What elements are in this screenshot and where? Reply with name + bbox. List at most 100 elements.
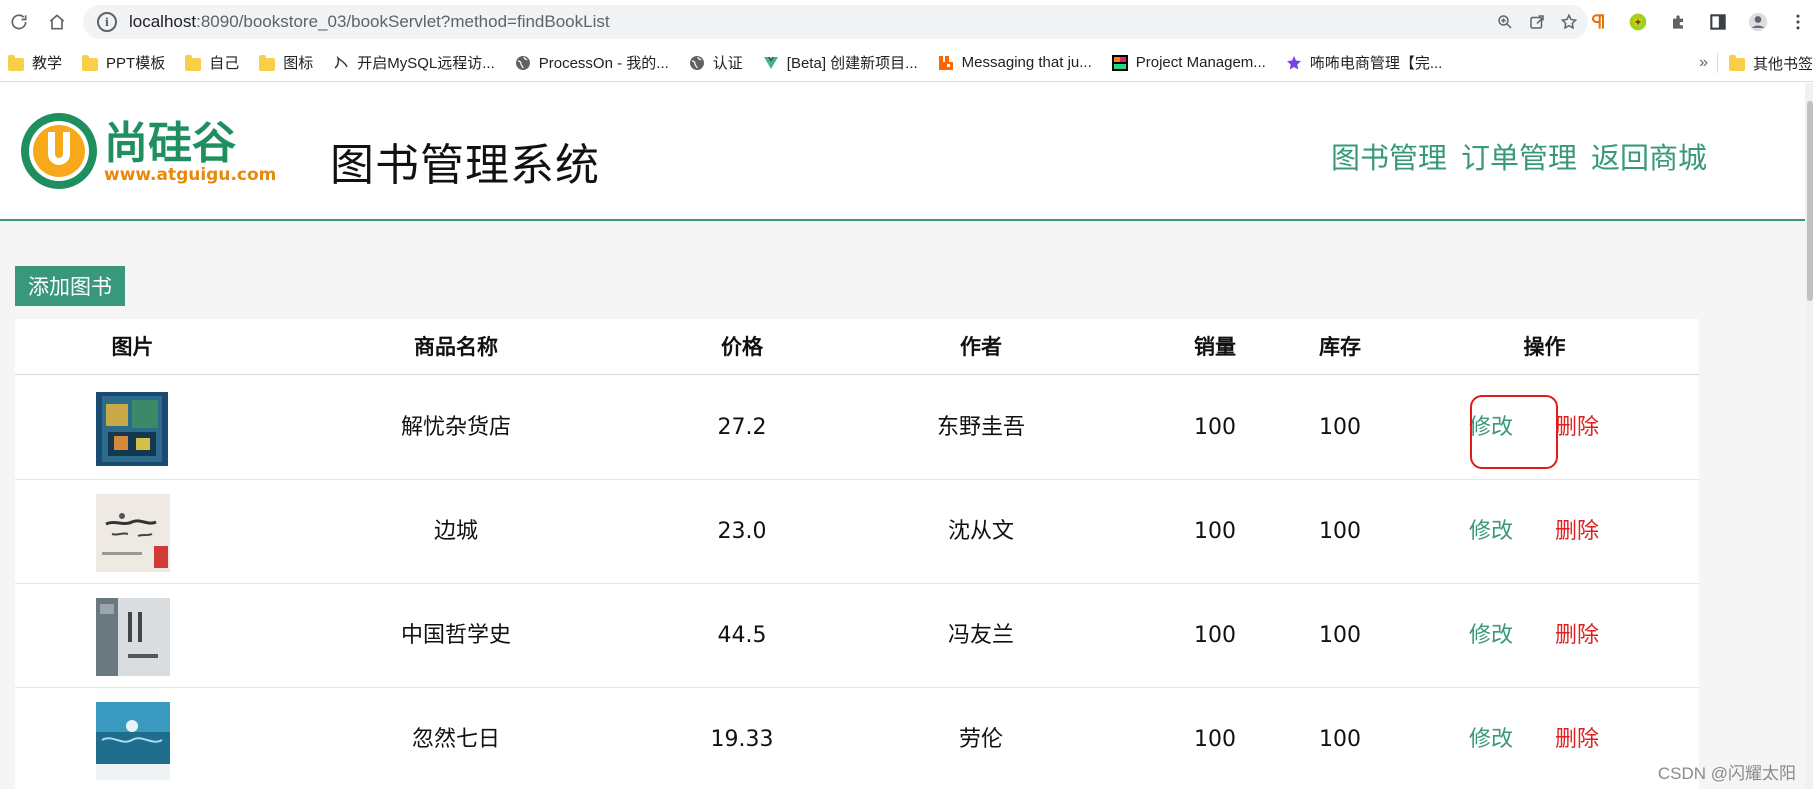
book-sales: 100 xyxy=(1194,519,1236,544)
bookmark-star-icon[interactable] xyxy=(1560,13,1578,31)
bookmark-label: 图标 xyxy=(283,55,314,72)
profile-avatar-icon[interactable] xyxy=(1747,11,1769,33)
column-header-price: 价格 xyxy=(721,335,763,359)
book-cover-image xyxy=(96,598,170,676)
delete-link[interactable]: 删除 xyxy=(1555,688,1599,789)
table-row: 解忧杂货店 27.2 东野圭吾 100 100 修改 删除 xyxy=(15,376,1699,480)
book-stock: 100 xyxy=(1319,623,1361,648)
delete-link[interactable]: 删除 xyxy=(1555,376,1599,479)
bookmark-item[interactable]: 自己 xyxy=(185,52,239,73)
book-name: 忽然七日 xyxy=(411,727,500,752)
zoom-icon[interactable] xyxy=(1496,13,1514,31)
other-bookmarks[interactable]: 其他书签 xyxy=(1728,44,1813,82)
bookmark-item[interactable]: 咘咘电商管理【完... xyxy=(1286,52,1442,73)
home-icon xyxy=(49,14,65,30)
bookmark-label: Project Managem... xyxy=(1135,54,1266,71)
scrollbar-thumb[interactable] xyxy=(1807,101,1813,301)
column-header-actions: 操作 xyxy=(1523,335,1566,359)
main-nav: 图书管理 订单管理 返回商城 xyxy=(1331,135,1707,177)
folder-icon xyxy=(8,54,24,71)
rabbitmq-icon xyxy=(938,55,953,70)
bookmark-item[interactable]: 图标 xyxy=(259,52,313,73)
green-extension-icon[interactable] xyxy=(1627,11,1649,33)
book-table: 图片 商品名称 价格 作者 销量 库存 操作 解忧杂货店 27.2 东野圭吾 1… xyxy=(15,319,1699,789)
book-stock: 100 xyxy=(1319,727,1361,752)
site-header: 尚硅谷 www.atguigu.com 图书管理系统 图书管理 订单管理 返回商… xyxy=(0,83,1805,221)
edit-link[interactable]: 修改 xyxy=(1469,480,1513,583)
reload-button[interactable] xyxy=(4,7,34,37)
book-cover-image xyxy=(96,392,168,466)
column-header-image: 图片 xyxy=(111,335,154,359)
reload-icon xyxy=(11,14,27,30)
url-text[interactable]: localhost:8090/bookstore_03/bookServlet?… xyxy=(129,12,610,32)
star-icon xyxy=(1286,55,1301,69)
bookmarks-bar: 教学 PPT模板 自己 图标 开启MySQL远程访... ProcessOn -… xyxy=(0,44,1813,82)
book-name: 解忧杂货店 xyxy=(400,415,511,440)
site-info-icon[interactable]: i xyxy=(97,12,117,32)
column-header-stock: 库存 xyxy=(1319,335,1361,359)
book-price: 23.0 xyxy=(717,519,767,544)
mysql-icon xyxy=(334,55,348,69)
table-row: 中国哲学史 44.5 冯友兰 100 100 修改 删除 xyxy=(15,584,1699,688)
bookmark-item[interactable]: 认证 xyxy=(689,52,743,73)
bookmark-item[interactable]: 教学 xyxy=(8,52,62,73)
bookmark-item[interactable]: Project Managem... xyxy=(1111,54,1266,71)
csdn-watermark: CSDN @闪耀太阳 xyxy=(1657,764,1796,783)
book-price: 19.33 xyxy=(710,727,774,752)
book-stock: 100 xyxy=(1319,415,1361,440)
book-stock: 100 xyxy=(1319,519,1361,544)
add-book-button[interactable]: 添加图书 xyxy=(15,266,125,306)
table-row: 忽然七日 19.33 劳伦 100 100 修改 删除 xyxy=(15,688,1699,789)
side-panel-icon[interactable] xyxy=(1707,11,1729,33)
nav-book-management[interactable]: 图书管理 xyxy=(1331,135,1447,177)
column-header-sales: 销量 xyxy=(1194,335,1236,359)
table-header-row: 图片 商品名称 价格 作者 销量 库存 操作 xyxy=(15,319,1699,375)
book-sales: 100 xyxy=(1194,623,1236,648)
bookmark-item[interactable]: 开启MySQL远程访... xyxy=(333,52,495,73)
delete-link[interactable]: 删除 xyxy=(1555,584,1599,687)
edit-highlight-annotation xyxy=(1470,395,1558,469)
extensions-puzzle-icon[interactable] xyxy=(1667,11,1689,33)
edit-link[interactable]: 修改 xyxy=(1469,584,1513,687)
book-author: 东野圭吾 xyxy=(936,415,1025,440)
menu-kebab-icon[interactable] xyxy=(1787,11,1809,33)
logo-url-text: www.atguigu.com xyxy=(104,165,276,185)
share-icon[interactable] xyxy=(1528,13,1546,31)
url-host: localhost xyxy=(129,12,197,31)
bookmark-label: 教学 xyxy=(32,55,63,72)
other-bookmarks-label: 其他书签 xyxy=(1752,55,1813,73)
bookmark-label: [Beta] 创建新项目... xyxy=(786,55,918,72)
address-bar[interactable]: i localhost:8090/bookstore_03/bookServle… xyxy=(83,5,1588,39)
home-button[interactable] xyxy=(42,7,72,37)
bookmark-item[interactable]: Messaging that ju... xyxy=(938,54,1092,71)
book-name: 中国哲学史 xyxy=(400,623,511,648)
folder-icon xyxy=(82,54,99,71)
bookmark-item[interactable]: PPT模板 xyxy=(82,52,165,73)
bookmark-item[interactable]: ProcessOn - 我的... xyxy=(515,52,669,73)
extensions-area xyxy=(1587,7,1809,37)
book-author: 劳伦 xyxy=(958,727,1003,752)
bookmark-label: Messaging that ju... xyxy=(961,54,1092,71)
globe-icon xyxy=(515,55,530,70)
bookmark-label: 自己 xyxy=(209,55,240,72)
bookmark-label: 开启MySQL远程访... xyxy=(357,55,495,72)
globe-icon xyxy=(689,55,704,70)
bookmark-label: ProcessOn - 我的... xyxy=(538,55,669,72)
book-cover-image xyxy=(96,494,170,572)
table-row: 边城 23.0 沈从文 100 100 修改 删除 xyxy=(15,480,1699,584)
book-price: 44.5 xyxy=(717,623,767,648)
nav-order-management[interactable]: 订单管理 xyxy=(1461,135,1577,177)
bookmarks-overflow-chevron[interactable]: » xyxy=(1699,54,1708,72)
vue-icon xyxy=(763,56,778,69)
paragraph-extension-icon[interactable] xyxy=(1587,11,1609,33)
nav-back-to-store[interactable]: 返回商城 xyxy=(1591,135,1707,177)
edit-link[interactable]: 修改 xyxy=(1469,688,1513,789)
browser-window: i localhost:8090/bookstore_03/bookServle… xyxy=(0,0,1813,789)
bookmark-item[interactable]: [Beta] 创建新项目... xyxy=(763,52,918,73)
folder-icon xyxy=(259,54,276,71)
page-scrollbar[interactable] xyxy=(1805,83,1813,789)
book-author: 冯友兰 xyxy=(947,623,1014,648)
delete-link[interactable]: 删除 xyxy=(1555,480,1599,583)
book-sales: 100 xyxy=(1194,727,1236,752)
bookmark-label: PPT模板 xyxy=(106,55,166,72)
